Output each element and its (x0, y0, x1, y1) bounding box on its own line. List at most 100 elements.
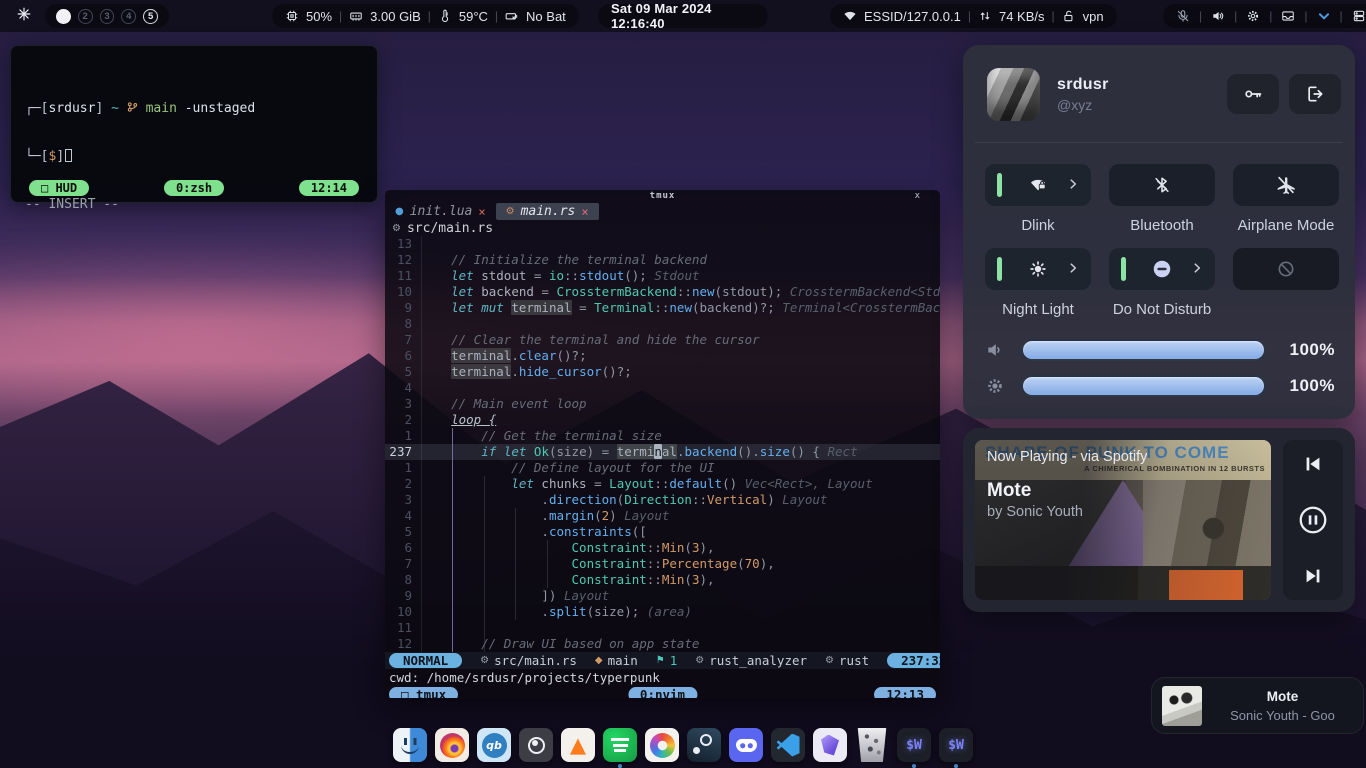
chevron-right-icon[interactable] (1066, 177, 1080, 191)
dock-item-qutebrowser[interactable]: qb (477, 728, 511, 768)
line-number: 10 (385, 604, 421, 620)
buffer-tab-init-lua[interactable]: ● init.lua × (385, 203, 496, 220)
sw-terminal-1-icon: $W (897, 728, 931, 762)
toggle-blocked[interactable] (1233, 248, 1339, 290)
battery-status: No Bat (526, 9, 566, 24)
workspace-4[interactable]: 4 (121, 9, 136, 24)
workspace-5[interactable]: 5 (143, 9, 158, 24)
code-line: 10 let backend = CrosstermBackend::new(s… (385, 284, 940, 300)
workspace-3[interactable]: 3 (100, 9, 115, 24)
dock-item-file-manager[interactable] (393, 728, 427, 768)
dock-item-vlc[interactable]: ▲ (561, 728, 595, 768)
dock-item-firefox[interactable] (435, 728, 469, 768)
lock-keys-button[interactable] (1227, 74, 1279, 114)
tmux-window-badge[interactable]: 0:nvim (628, 687, 697, 699)
code-line: 7 Constraint::Percentage(70), (385, 556, 940, 572)
chevron-down-icon[interactable] (1317, 9, 1331, 23)
toggle-night-light[interactable] (985, 248, 1091, 290)
launcher-icon[interactable] (17, 7, 31, 21)
toggle-do-not-disturb[interactable] (1109, 248, 1215, 290)
firefox-icon (435, 728, 469, 762)
line-number: 11 (385, 620, 421, 636)
dock-item-discord[interactable] (729, 728, 763, 768)
dock-item-obs[interactable] (519, 728, 553, 768)
now-playing-header: Now Playing - via Spotify (987, 449, 1147, 465)
media-notification[interactable]: Mote Sonic Youth - Goo (1151, 677, 1364, 734)
wifi-lock-icon (1027, 175, 1049, 195)
memory-usage: 3.00 GiB (370, 9, 421, 24)
buffer-tab-main-rs[interactable]: ⚙ main.rs × (496, 203, 599, 220)
line-number: 4 (385, 380, 421, 396)
toggle-wifi[interactable] (985, 164, 1091, 206)
dock-item-spotify[interactable] (603, 728, 637, 768)
code-line: 8 (385, 316, 940, 332)
airplane-off-icon (1275, 174, 1297, 196)
system-stats: 50% | 3.00 GiB | 59°C | No Bat (272, 4, 579, 28)
terminal-output: ┌─[srdusr] ~ main -unstaged └─[$] -- INS… (11, 46, 377, 245)
toggle-bluetooth[interactable] (1109, 164, 1215, 206)
tmux-clock-badge: 12:13 (874, 687, 936, 699)
buffer-close-icon[interactable]: × (478, 205, 485, 219)
dock-item-obsidian[interactable] (813, 728, 847, 768)
chevron-right-icon[interactable] (1066, 261, 1080, 275)
line-number: 12 (385, 636, 421, 652)
code-line: 1 // Get the terminal size (385, 428, 940, 444)
code-editor[interactable]: 1312 // Initialize the terminal backend1… (385, 236, 940, 652)
running-indicator (912, 764, 916, 768)
vpn-label: vpn (1083, 9, 1104, 24)
dock-item-trash[interactable] (855, 728, 889, 768)
code-line: 4 (385, 380, 940, 396)
dock-item-sw-terminal-1[interactable]: $W (897, 728, 931, 768)
tmux-session-badge[interactable]: □ tmux (389, 687, 458, 699)
workspace-2[interactable]: 2 (78, 9, 93, 24)
pause-icon (1297, 504, 1329, 536)
window-close-button[interactable]: x (915, 191, 920, 201)
toggle-label-night-light: Night Light (968, 301, 1108, 318)
toggle-airplane-mode[interactable] (1233, 164, 1339, 206)
active-indicator (997, 173, 1002, 197)
indent-guide (547, 540, 548, 588)
wifi-icon (843, 9, 857, 23)
terminal-session-badge[interactable]: □ HUD (29, 180, 89, 196)
breadcrumb: ⚙ src/main.rs (385, 220, 940, 236)
previous-icon (1302, 453, 1324, 475)
brightness-slider[interactable] (1021, 375, 1266, 397)
line-number: 9 (385, 300, 421, 316)
tmux-window[interactable]: tmux x ● init.lua × ⚙ main.rs × ⚙ src/ma… (385, 190, 940, 698)
username: srdusr (1057, 76, 1109, 94)
line-number: 6 (385, 540, 421, 556)
next-track-button[interactable] (1302, 565, 1324, 587)
buffer-close-icon[interactable]: × (581, 205, 588, 219)
nvim-statusline: NORMAL ⚙src/main.rs ◆main ⚑1 ⚙rust_analy… (385, 652, 940, 669)
chevron-right-icon[interactable] (1190, 261, 1204, 275)
code-line: 12 // Initialize the terminal backend (385, 252, 940, 268)
terminal-window-badge[interactable]: 0:zsh (164, 180, 224, 196)
dock-item-steam[interactable] (687, 728, 721, 768)
line-number: 2 (385, 476, 421, 492)
dock-item-sw-terminal-2[interactable]: $W (939, 728, 973, 768)
layout-stack-icon[interactable] (1352, 9, 1366, 23)
tray-icon[interactable] (1281, 9, 1295, 23)
clock[interactable]: Sat 09 Mar 2024 12:16:40 (598, 4, 768, 28)
code-line: 6 terminal.clear()?; (385, 348, 940, 364)
volume-value: 100% (1290, 340, 1335, 360)
divider (975, 142, 1343, 143)
microphone-muted-icon[interactable] (1176, 9, 1190, 23)
window-title: tmux (650, 191, 676, 201)
volume-slider[interactable] (1021, 339, 1266, 361)
network-speed: 74 KB/s (999, 9, 1045, 24)
line-number: 1 (385, 460, 421, 476)
terminal-window[interactable]: ┌─[srdusr] ~ main -unstaged └─[$] -- INS… (10, 45, 378, 203)
pause-button[interactable] (1297, 504, 1329, 536)
dock-item-photos[interactable] (645, 728, 679, 768)
git-icon: ◆ (595, 655, 603, 666)
previous-track-button[interactable] (1302, 453, 1324, 475)
logout-button[interactable] (1289, 74, 1341, 114)
settings-gear-icon[interactable] (1246, 9, 1260, 23)
dock-item-vscode[interactable] (771, 728, 805, 768)
file-manager-icon (393, 728, 427, 762)
workspace-1[interactable] (56, 9, 71, 24)
code-line: 1 // Define layout for the UI (385, 460, 940, 476)
temperature-value: 59°C (459, 9, 488, 24)
speaker-icon[interactable] (1211, 9, 1225, 23)
